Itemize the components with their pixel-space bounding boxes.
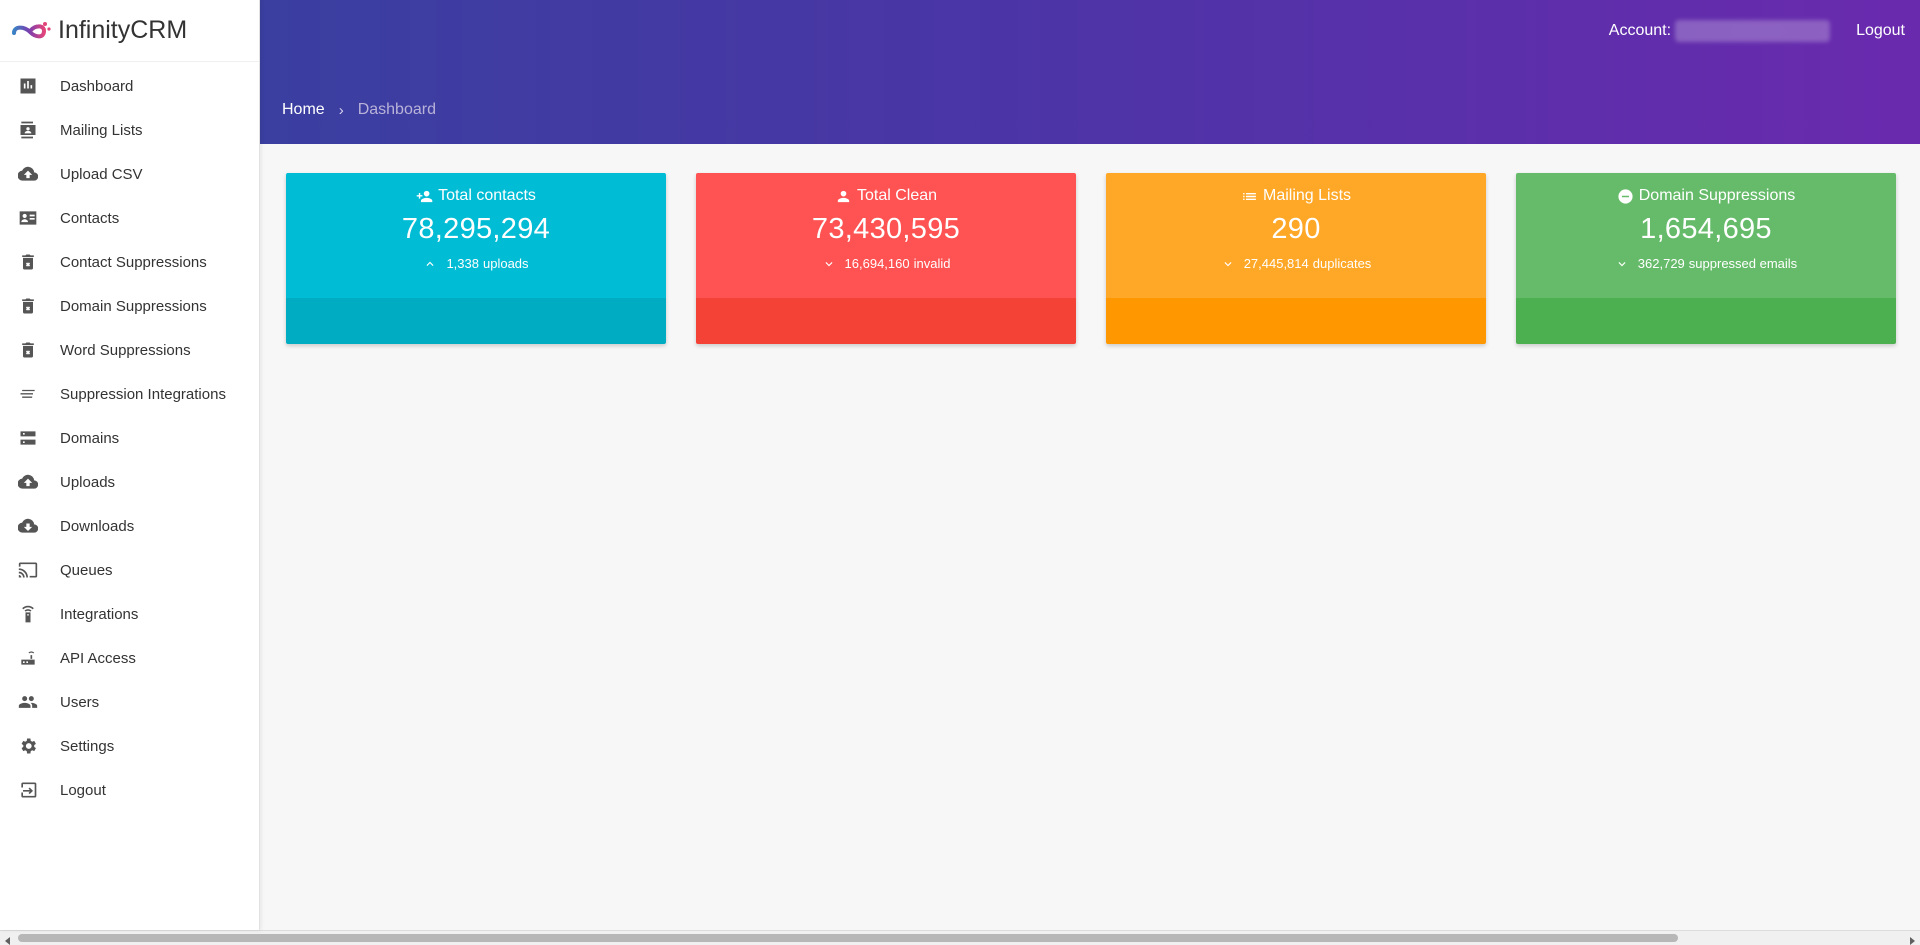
sidebar-item-uploads[interactable]: Uploads <box>0 460 259 504</box>
logout-link[interactable]: Logout <box>1856 22 1905 40</box>
card-value: 73,430,595 <box>811 213 961 245</box>
sidebar-item-label: Mailing Lists <box>60 121 143 139</box>
card-title: Domain Suppressions <box>1516 187 1896 205</box>
contact-book-icon <box>18 120 38 140</box>
card-subtext: 16,694,160 invalid <box>696 256 1076 271</box>
card-title: Total contacts <box>286 187 666 205</box>
sidebar-item-contacts[interactable]: Contacts <box>0 196 259 240</box>
scroll-right-arrow-icon[interactable] <box>1907 933 1917 945</box>
sidebar-item-queues[interactable]: Queues <box>0 548 259 592</box>
sidebar-item-label: Contacts <box>60 209 120 227</box>
sidebar-item-api-access[interactable]: API Access <box>0 636 259 680</box>
sidebar-item-logout[interactable]: Logout <box>0 768 259 812</box>
sidebar-item-label: Suppression Integrations <box>60 385 226 403</box>
card-value: 290 <box>1271 213 1321 245</box>
minus-circle-icon <box>1618 188 1633 204</box>
sidebar-item-downloads[interactable]: Downloads <box>0 504 259 548</box>
sidebar-item-contact-suppressions[interactable]: Contact Suppressions <box>0 240 259 284</box>
sidebar-item-word-suppressions[interactable]: Word Suppressions <box>0 328 259 372</box>
sidebar-item-label: Domain Suppressions <box>60 297 207 315</box>
card-footer <box>696 298 1076 344</box>
chevron-down-icon <box>825 261 833 266</box>
breadcrumb: Home › Dashboard <box>282 101 436 119</box>
sidebar-nav: Dashboard Mailing Lists Upload CSV Conta… <box>0 64 259 812</box>
trash-x-icon <box>18 252 38 272</box>
scroll-left-arrow-icon[interactable] <box>3 933 13 945</box>
sidebar-item-label: Word Suppressions <box>60 341 191 359</box>
card-total-clean[interactable]: Total Clean 73,430,595 16,694,160 invali… <box>696 173 1076 344</box>
lines-icon <box>18 384 38 404</box>
horizontal-scrollbar[interactable] <box>0 930 1920 945</box>
cloud-upload-icon <box>18 164 38 184</box>
card-subtext: 1,338 uploads <box>286 256 666 271</box>
sidebar-item-domain-suppressions[interactable]: Domain Suppressions <box>0 284 259 328</box>
breadcrumb-home[interactable]: Home <box>282 101 325 119</box>
sidebar-item-label: Upload CSV <box>60 165 143 183</box>
sidebar-item-label: Downloads <box>60 517 135 535</box>
trash-x-icon <box>18 340 38 360</box>
cast-icon <box>18 560 38 580</box>
remote-icon <box>18 604 38 624</box>
router-icon <box>18 648 38 668</box>
brand-name: InfinityCRM <box>58 16 188 44</box>
person-icon <box>837 190 850 202</box>
card-value: 78,295,294 <box>401 213 551 245</box>
card-subtext: 362,729 suppressed emails <box>1516 256 1896 271</box>
sidebar-item-upload-csv[interactable]: Upload CSV <box>0 152 259 196</box>
scrollbar-thumb[interactable] <box>18 934 1678 942</box>
stat-cards: Total contacts 78,295,294 1,338 uploads … <box>286 173 1896 344</box>
sidebar-item-label: Logout <box>60 781 106 799</box>
trash-x-icon <box>18 296 38 316</box>
chevron-down-icon <box>1618 261 1626 266</box>
card-total-contacts[interactable]: Total contacts 78,295,294 1,338 uploads <box>286 173 666 344</box>
sidebar-item-settings[interactable]: Settings <box>0 724 259 768</box>
sidebar-item-users[interactable]: Users <box>0 680 259 724</box>
card-footer <box>1516 298 1896 344</box>
sidebar-item-suppression-integrations[interactable]: Suppression Integrations <box>0 372 259 416</box>
sidebar-item-label: Uploads <box>60 473 116 491</box>
sidebar-item-mailing-lists[interactable]: Mailing Lists <box>0 108 259 152</box>
sidebar-item-domains[interactable]: Domains <box>0 416 259 460</box>
account-label: Account: <box>1608 22 1672 39</box>
brand[interactable]: InfinityCRM <box>0 0 259 62</box>
list-icon <box>1243 192 1256 200</box>
card-footer <box>286 298 666 344</box>
chevron-up-icon <box>426 261 434 266</box>
chevron-down-icon <box>1224 261 1232 266</box>
sidebar-item-label: API Access <box>60 649 136 667</box>
sidebar-item-integrations[interactable]: Integrations <box>0 592 259 636</box>
card-domain-suppressions[interactable]: Domain Suppressions 1,654,695 362,729 su… <box>1516 173 1896 344</box>
card-title: Total Clean <box>696 187 1076 205</box>
person-add-icon <box>416 190 433 202</box>
sidebar-item-label: Users <box>60 693 100 711</box>
sidebar-item-dashboard[interactable]: Dashboard <box>0 64 259 108</box>
card-title: Mailing Lists <box>1106 187 1486 205</box>
account-value-redacted <box>1675 20 1831 42</box>
server-icon <box>18 428 38 448</box>
topbar: Account: Logout <box>1609 20 1905 42</box>
logout-icon <box>18 780 38 800</box>
infinity-logo-icon <box>12 21 51 38</box>
cloud-upload-icon <box>18 472 38 492</box>
sidebar-item-label: Queues <box>60 561 113 579</box>
sidebar: InfinityCRM Dashboard Mailing Lists Uplo… <box>0 0 260 930</box>
contact-card-icon <box>18 208 38 228</box>
sidebar-item-label: Domains <box>60 429 120 447</box>
bar-chart-icon <box>18 76 38 96</box>
breadcrumb-separator: › <box>338 101 344 119</box>
sidebar-item-label: Contact Suppressions <box>60 253 207 271</box>
page-header: Account: Logout Home › Dashboard <box>260 0 1920 144</box>
card-subtext: 27,445,814 duplicates <box>1106 256 1486 271</box>
sidebar-item-label: Dashboard <box>60 77 134 95</box>
sidebar-item-label: Settings <box>60 737 115 755</box>
users-icon <box>18 692 38 712</box>
card-footer <box>1106 298 1486 344</box>
card-value: 1,654,695 <box>1640 213 1772 245</box>
sidebar-item-label: Integrations <box>60 605 139 623</box>
breadcrumb-current: Dashboard <box>357 101 436 118</box>
gear-icon <box>18 736 38 756</box>
cloud-download-icon <box>18 516 38 536</box>
card-mailing-lists[interactable]: Mailing Lists 290 27,445,814 duplicates <box>1106 173 1486 344</box>
